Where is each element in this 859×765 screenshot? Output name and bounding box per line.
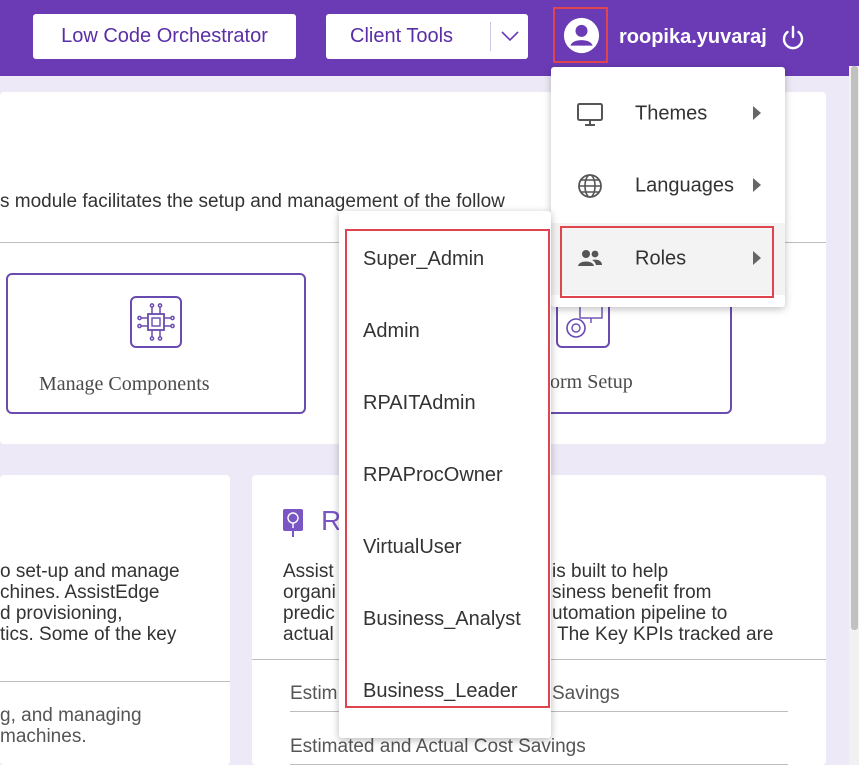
bulb-icon bbox=[283, 509, 303, 537]
low-code-orchestrator-button[interactable]: Low Code Orchestrator bbox=[33, 14, 296, 59]
user-avatar-icon bbox=[563, 17, 600, 54]
top-bar: Low Code Orchestrator Client Tools roopi… bbox=[0, 0, 859, 76]
right-card-text-left: actual bbox=[283, 624, 334, 645]
manage-components-label: Manage Components bbox=[39, 373, 210, 395]
right-card-text-right: is built to help bbox=[552, 561, 669, 582]
components-icon bbox=[130, 296, 182, 348]
left-card-text-line: tics. Some of the key bbox=[0, 624, 177, 645]
menu-item-languages[interactable]: Languages bbox=[551, 150, 785, 222]
right-card-text-right: utomation pipeline to bbox=[552, 603, 728, 624]
client-tools-label: Client Tools bbox=[350, 25, 454, 47]
right-card-text-left: predic bbox=[283, 603, 335, 624]
left-card-list-line: machines. bbox=[0, 726, 87, 747]
divider bbox=[0, 681, 230, 682]
caret-right-icon bbox=[753, 178, 761, 192]
platform-setup-label: orm Setup bbox=[550, 371, 633, 393]
menu-item-label: Languages bbox=[635, 174, 734, 197]
globe-icon bbox=[578, 174, 602, 198]
client-tools-divider bbox=[490, 22, 491, 51]
right-card-text-left: Assist bbox=[283, 561, 334, 582]
user-avatar-button[interactable] bbox=[553, 7, 608, 63]
roles-highlight bbox=[560, 226, 774, 298]
left-card-text-line: d provisioning, bbox=[0, 603, 123, 624]
module-description: s module facilitates the setup and manag… bbox=[0, 191, 505, 212]
menu-item-label: Themes bbox=[635, 102, 708, 125]
left-card-text-line: chines. AssistEdge bbox=[0, 582, 160, 603]
low-code-orchestrator-label: Low Code Orchestrator bbox=[61, 25, 268, 47]
page-scrollbar[interactable] bbox=[849, 66, 859, 765]
client-tools-button[interactable]: Client Tools bbox=[326, 14, 528, 59]
roles-submenu-highlight bbox=[345, 229, 550, 708]
scrollbar-thumb[interactable] bbox=[851, 66, 858, 630]
menu-item-themes[interactable]: Themes bbox=[551, 78, 785, 150]
right-card-text-right: The Key KPIs tracked are bbox=[557, 624, 774, 645]
caret-right-icon bbox=[753, 106, 761, 120]
left-card-list-line: g, and managing bbox=[0, 705, 142, 726]
chevron-down-icon[interactable] bbox=[498, 24, 522, 48]
username[interactable]: roopika.yuvaraj bbox=[619, 26, 767, 49]
kpi-row-label: Estim bbox=[290, 683, 338, 704]
right-card-text-right: siness benefit from bbox=[552, 582, 712, 603]
right-card-text-left: organi bbox=[283, 582, 336, 603]
left-card-text-line: o set-up and manage bbox=[0, 561, 180, 582]
monitor-icon bbox=[577, 103, 603, 126]
kpi-row-label: Estimated and Actual Cost Savings bbox=[290, 736, 586, 757]
power-icon[interactable] bbox=[779, 24, 807, 52]
kpi-row-label: Savings bbox=[552, 683, 620, 704]
